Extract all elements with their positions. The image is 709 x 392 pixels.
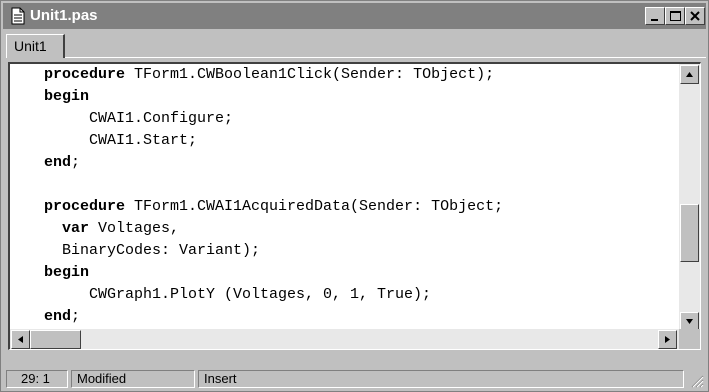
status-bar: 29: 1 Modified Insert — [3, 368, 706, 390]
modified-indicator: Modified — [71, 370, 195, 388]
close-icon — [690, 11, 700, 21]
code-line: begin — [44, 264, 90, 281]
code-line: procedure TForm1.CWAI1AcquiredData(Sende… — [44, 198, 504, 215]
cursor-position: 29: 1 — [6, 370, 68, 388]
close-button[interactable] — [685, 7, 705, 25]
arrow-right-icon — [665, 336, 670, 343]
title-bar[interactable]: Unit1.pas — [3, 3, 706, 29]
window-title: Unit1.pas — [30, 7, 98, 24]
code-editor[interactable]: procedure TForm1.CWBoolean1Click(Sender:… — [8, 62, 701, 350]
scroll-corner — [679, 329, 700, 349]
code-line: end; — [44, 154, 81, 171]
arrow-left-icon — [18, 336, 23, 343]
code-line: CWAI1.Configure; — [44, 110, 234, 127]
maximize-icon — [670, 11, 681, 21]
horizontal-scrollbar[interactable] — [10, 329, 679, 349]
tab-unit1[interactable]: Unit1 — [6, 34, 65, 58]
arrow-up-icon — [686, 72, 693, 77]
editor-window: Unit1.pas Unit1 procedure TForm1.CWBoole… — [0, 0, 709, 392]
scroll-left-button[interactable] — [11, 330, 30, 349]
tab-divider — [65, 57, 706, 58]
arrow-down-icon — [686, 319, 693, 324]
vertical-scrollbar[interactable] — [679, 64, 700, 332]
code-line: CWAI1.Start; — [44, 132, 198, 149]
code-line: end; — [44, 308, 81, 325]
code-line: CWGraph1.PlotY (Voltages, 0, 1, True); — [44, 286, 432, 303]
horizontal-scroll-thumb[interactable] — [30, 330, 81, 349]
code-line: procedure TForm1.CWBoolean1Click(Sender:… — [44, 66, 495, 83]
code-line: var Voltages, — [44, 220, 180, 237]
minimize-icon — [651, 19, 658, 21]
tab-label: Unit1 — [14, 38, 47, 54]
code-line: begin — [44, 88, 90, 105]
scroll-right-button[interactable] — [658, 330, 677, 349]
document-icon — [10, 7, 26, 25]
insert-mode-indicator: Insert — [198, 370, 684, 388]
resize-grip-icon[interactable] — [688, 372, 704, 388]
code-line: BinaryCodes: Variant); — [44, 242, 261, 259]
maximize-button[interactable] — [665, 7, 685, 25]
scroll-up-button[interactable] — [680, 65, 699, 84]
vertical-scroll-thumb[interactable] — [680, 204, 699, 262]
minimize-button[interactable] — [645, 7, 665, 25]
